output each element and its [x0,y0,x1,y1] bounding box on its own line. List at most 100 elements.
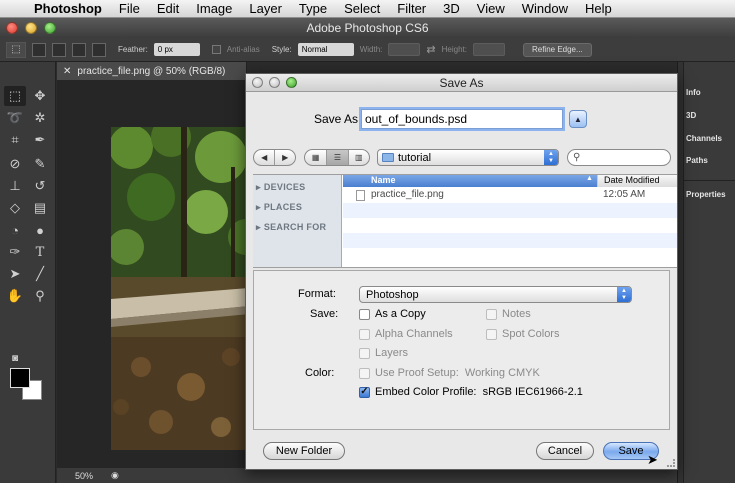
brush-tool-icon[interactable]: ✎ [29,154,51,174]
pen-tool-icon[interactable]: ✑ [4,242,26,262]
new-folder-button[interactable]: New Folder [263,442,345,460]
menu-type[interactable]: Type [291,1,336,16]
lasso-tool-icon[interactable]: ➰ [4,108,26,128]
updown-arrows-icon: ▲ ▼ [544,150,558,165]
disclosure-triangle-icon[interactable]: ▸ [256,182,261,193]
menu-edit[interactable]: Edit [149,1,188,16]
dialog-close-icon[interactable] [252,77,263,88]
column-view-icon[interactable]: ▥ [347,150,369,165]
style-select[interactable]: Normal [297,43,354,56]
antialias-checkbox[interactable] [211,45,221,54]
dodge-tool-icon[interactable]: ● [29,220,51,240]
quick-mask-icon[interactable]: ◙ [4,348,26,368]
dialog-zoom-icon[interactable] [286,77,297,88]
menu-select[interactable]: Select [336,1,389,16]
zoom-level[interactable]: 50% [75,471,93,481]
crop-tool-icon[interactable]: ⌗ [4,130,26,150]
swap-icon[interactable]: ⇄ [426,43,435,56]
as-a-copy-checkbox[interactable]: As a Copy [359,308,426,320]
column-header-name[interactable]: Name [371,175,396,185]
table-row[interactable]: practice_file.png 12:05 AM [343,188,677,203]
panel-3d[interactable]: 3D [686,111,696,120]
icon-view-icon[interactable]: ▦ [305,150,326,165]
search-input[interactable]: ⚲ [567,149,671,166]
menu-3d[interactable]: 3D [435,1,469,16]
disclosure-triangle-icon[interactable]: ▸ [256,222,261,233]
close-tab-icon[interactable]: ✕ [63,66,71,77]
foreground-color-swatch[interactable] [10,368,30,388]
menu-help[interactable]: Help [577,1,621,16]
subtract-selection-icon[interactable] [72,42,86,57]
menu-photoshop[interactable]: Photoshop [26,1,111,16]
embed-color-profile-checkbox[interactable]: ✓ Embed Color Profile: sRGB IEC61966-2.1 [359,386,583,398]
sidebar-item-search-for[interactable]: ▸ SEARCH FOR [256,222,326,233]
marquee-tool-icon[interactable]: ⬚ [4,86,26,106]
resize-grip-icon[interactable] [667,459,675,467]
move-tool-icon[interactable]: ✥ [29,86,51,106]
disclosure-triangle-icon[interactable]: ▸ [256,202,261,213]
panel-info[interactable]: Info [686,88,701,97]
back-icon[interactable]: ◀ [254,150,274,165]
status-info-icon[interactable]: ◉ [111,470,119,481]
checkbox-box[interactable] [359,347,370,359]
clone-stamp-tool-icon[interactable]: ⊥ [4,176,26,196]
hand-tool-icon[interactable]: ✋ [4,286,26,306]
width-input[interactable] [388,43,421,56]
gradient-tool-icon[interactable]: ▤ [29,198,51,218]
eraser-tool-icon[interactable]: ◇ [4,198,26,218]
magic-wand-tool-icon[interactable]: ✲ [29,108,51,128]
line-tool-icon[interactable]: ╱ [29,264,51,284]
checkbox-box[interactable] [359,328,370,340]
new-selection-icon[interactable] [32,42,46,57]
zoom-icon[interactable] [44,22,56,34]
menu-layer[interactable]: Layer [241,1,291,16]
format-select[interactable]: Photoshop ▲ ▼ [359,286,632,303]
blur-tool-icon[interactable]: ◔ [4,220,26,240]
minimize-icon[interactable] [25,22,37,34]
folder-location-select[interactable]: tutorial ▲ ▼ [377,149,559,166]
checkbox-box[interactable] [486,308,497,320]
eyedropper-tool-icon[interactable]: ✒ [29,130,51,150]
menu-window[interactable]: Window [514,1,577,16]
path-select-tool-icon[interactable]: ➤ [4,264,26,284]
list-view-icon[interactable]: ☰ [326,150,348,165]
spot-heal-tool-icon[interactable]: ⊘ [4,154,26,174]
cancel-button[interactable]: Cancel [536,442,594,460]
panel-paths[interactable]: Paths [686,156,708,165]
menu-file[interactable]: File [111,1,149,16]
add-selection-icon[interactable] [52,42,66,57]
close-icon[interactable] [6,22,18,34]
height-input[interactable] [472,43,505,56]
checkmark-icon[interactable]: ✓ [359,386,370,398]
forward-icon[interactable]: ▶ [274,150,295,165]
menu-view[interactable]: View [469,1,514,16]
zoom-tool-icon[interactable]: ⚲ [29,286,51,306]
document-tab[interactable]: ✕ practice_file.png @ 50% (RGB/8) [57,62,247,80]
panel-channels[interactable]: Channels [686,134,722,143]
filename-input[interactable]: out_of_bounds.psd [361,109,563,129]
checkbox-box[interactable] [359,367,370,379]
history-brush-tool-icon[interactable]: ↺ [29,176,51,196]
column-header-date[interactable]: Date Modified [597,175,677,187]
layers-checkbox[interactable]: Layers [359,347,408,359]
feather-input[interactable]: 0 px [153,43,200,56]
dialog-minimize-icon[interactable] [269,77,280,88]
expand-browser-button[interactable]: ▲ [569,110,587,128]
checkbox-box[interactable] [486,328,497,340]
refine-edge-button[interactable]: Refine Edge... [522,42,592,57]
checkbox-box[interactable] [359,308,370,320]
intersect-selection-icon[interactable] [92,42,106,57]
spot-colors-checkbox[interactable]: Spot Colors [486,328,559,340]
sidebar-item-devices[interactable]: ▸ DEVICES [256,182,305,193]
tool-preset-picker[interactable]: ⬚ [6,41,26,58]
menu-filter[interactable]: Filter [389,1,435,16]
panel-properties[interactable]: Properties [686,190,726,199]
type-tool-icon[interactable]: T [29,242,51,262]
use-proof-setup-checkbox[interactable]: Use Proof Setup: Working CMYK [359,367,540,379]
alpha-channels-checkbox[interactable]: Alpha Channels [359,328,453,340]
tools-panel: ⬚ ✥ ➰ ✲ ⌗ ✒ ⊘ ✎ ⊥ ↺ ◇ ▤ ◔ ● ✑ T ➤ ╱ ✋ ⚲ … [0,62,56,483]
checkbox-label: Use Proof Setup: Working CMYK [375,367,540,379]
sidebar-item-places[interactable]: ▸ PLACES [256,202,302,213]
menu-image[interactable]: Image [188,1,241,16]
notes-checkbox[interactable]: Notes [486,308,531,320]
